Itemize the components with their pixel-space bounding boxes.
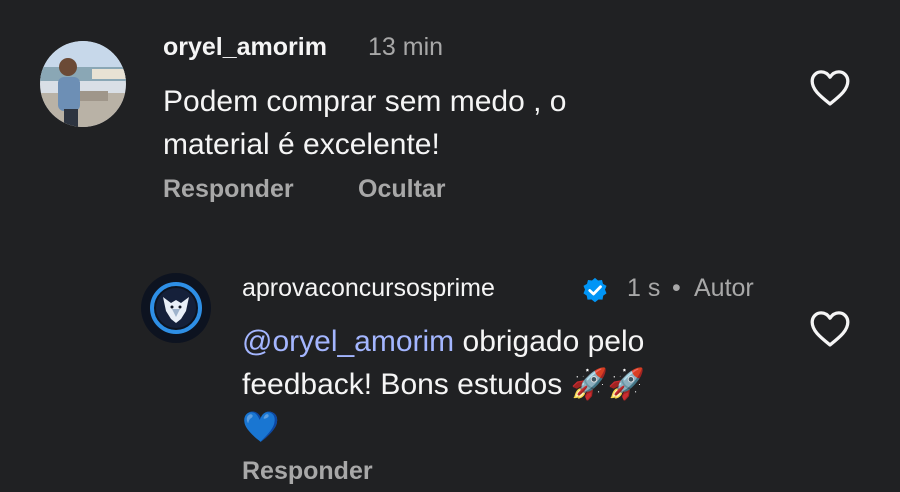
author-label: Autor: [694, 274, 754, 302]
comment-timestamp: 13 min: [368, 33, 444, 61]
reply-text-line: @oryel_amorim obrigado pelo: [242, 320, 645, 363]
comment-text-line: material é excelente!: [163, 128, 440, 161]
comments-thread: oryel_amorim 13 min Podem comprar sem me…: [0, 0, 900, 492]
reply-text-fragment: obrigado pelo: [454, 325, 645, 358]
comment-text-line: Podem comprar sem medo , o: [163, 85, 567, 118]
heart-outline-icon[interactable]: [808, 67, 852, 107]
reply-button[interactable]: Responder: [163, 175, 294, 204]
reply-timestamp: 1 s: [627, 274, 661, 302]
meta-separator: •: [672, 274, 681, 302]
reply-text-line: 💙: [242, 411, 280, 444]
mention-link[interactable]: @oryel_amorim: [242, 325, 454, 358]
verified-badge-icon: [583, 277, 607, 303]
author-avatar[interactable]: [141, 273, 211, 343]
hide-button[interactable]: Ocultar: [358, 175, 446, 204]
heart-outline-icon[interactable]: [808, 308, 852, 348]
comment-text: Podem comprar sem medo , o material é ex…: [163, 80, 567, 166]
author-username[interactable]: aprovaconcursosprime: [242, 274, 495, 303]
reply-text: @oryel_amorim obrigado pelo feedback! Bo…: [242, 320, 645, 449]
commenter-username[interactable]: oryel_amorim: [163, 33, 327, 62]
reply-text-line: feedback! Bons estudos 🚀🚀: [242, 368, 646, 401]
commenter-avatar[interactable]: [40, 41, 126, 127]
reply-button[interactable]: Responder: [242, 457, 373, 486]
